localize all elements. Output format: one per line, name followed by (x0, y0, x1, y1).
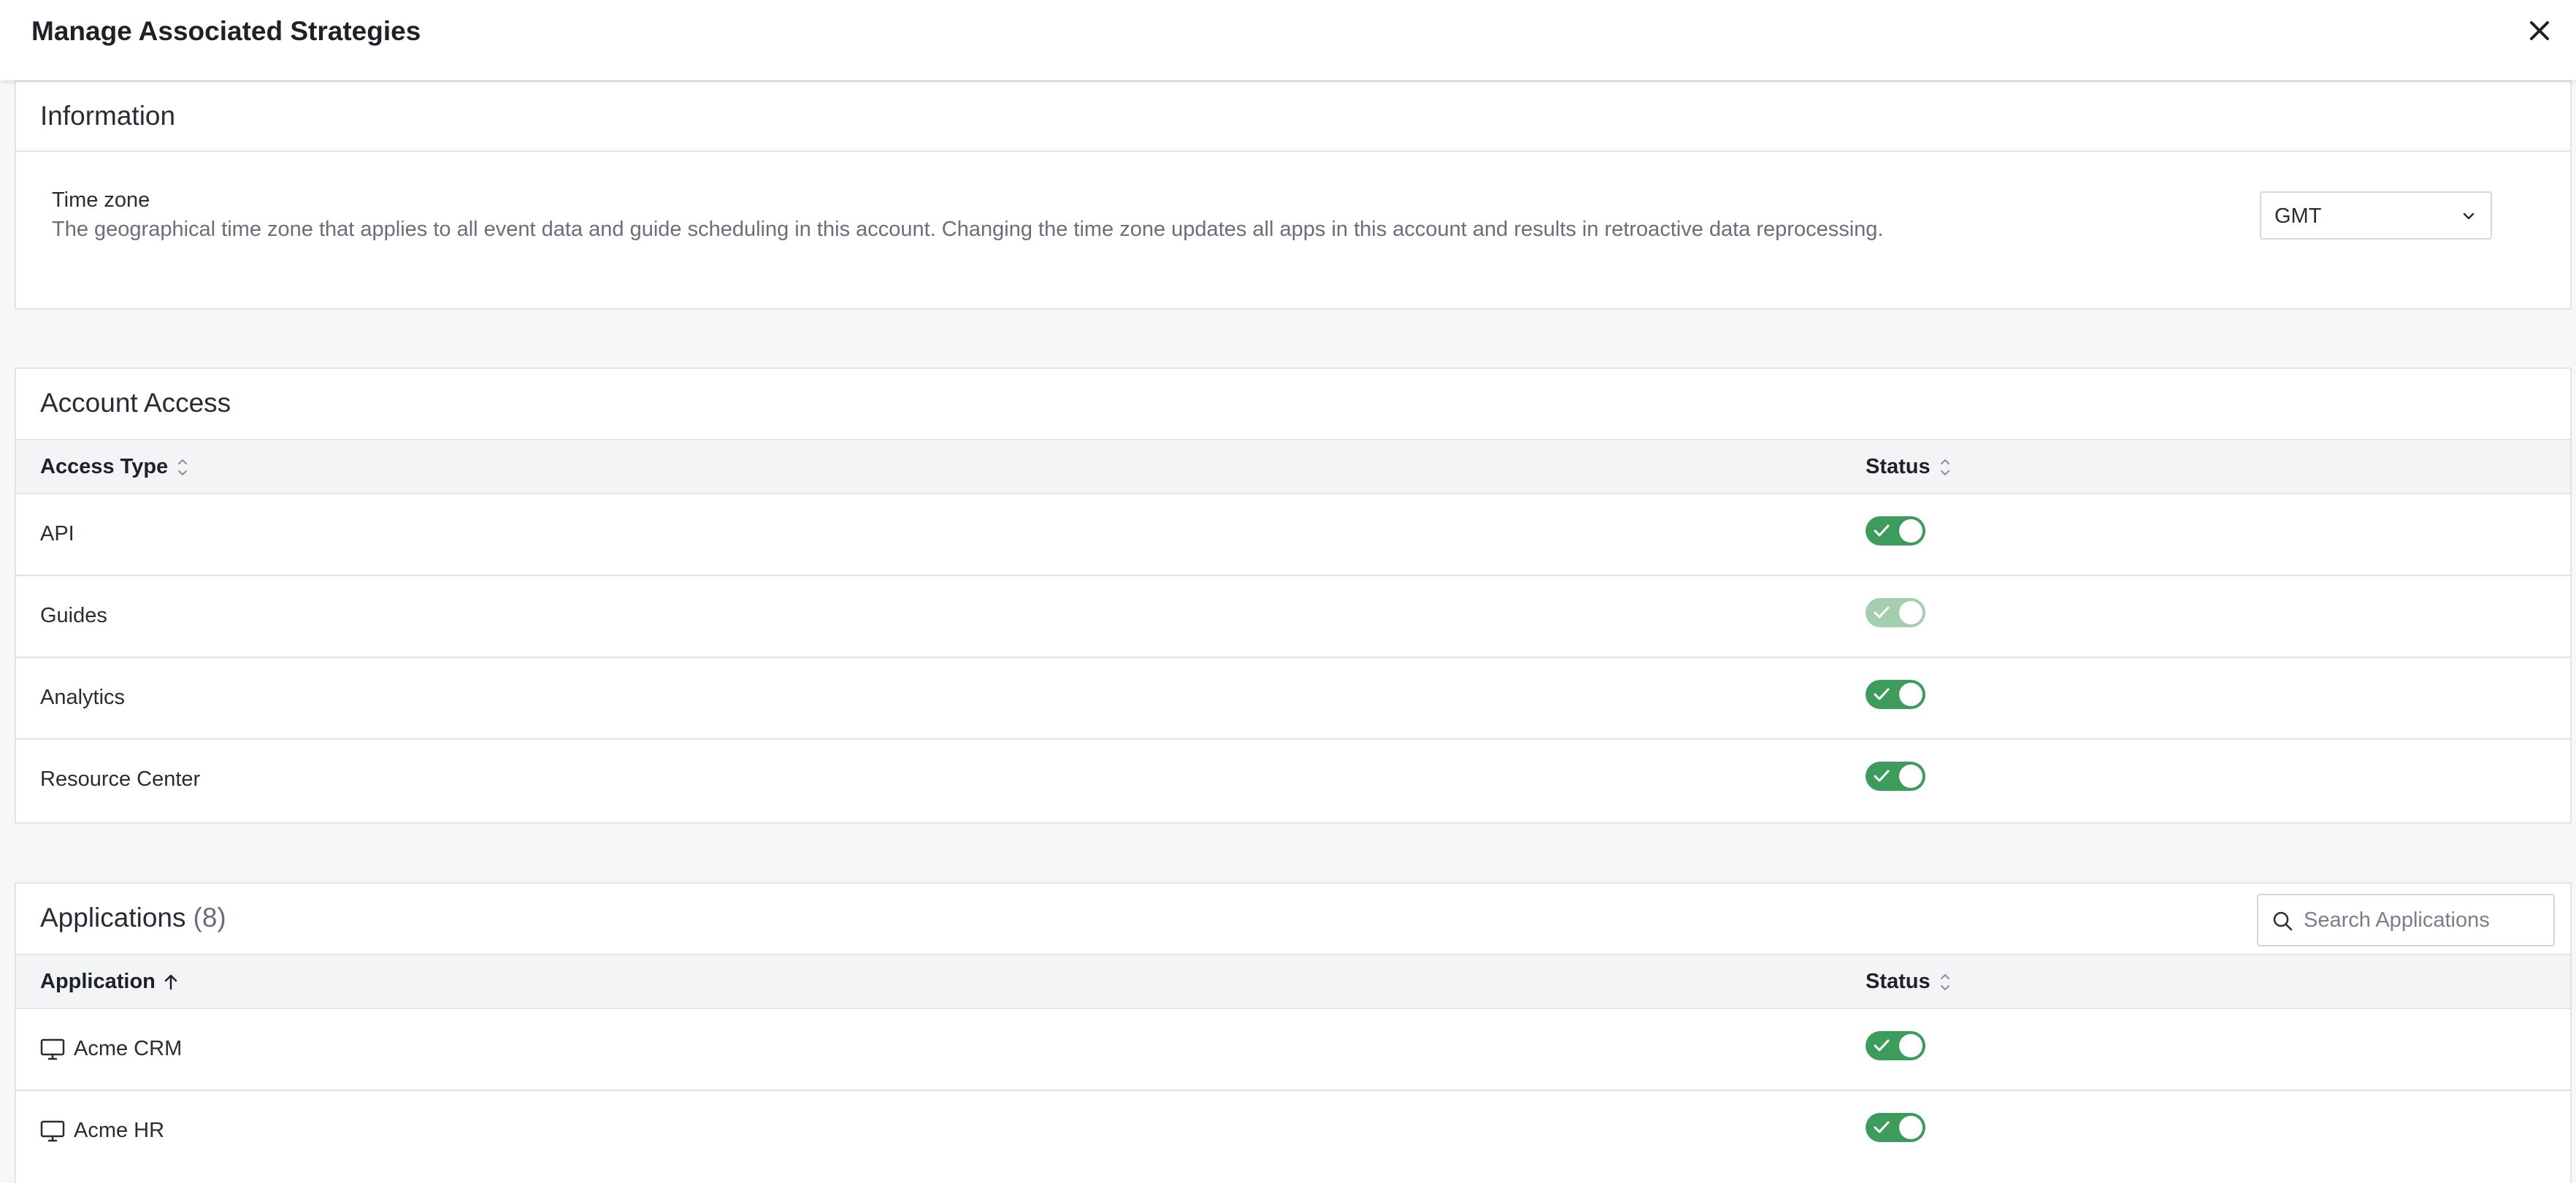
api-toggle[interactable] (1866, 516, 1925, 545)
access-type-name: Guides (40, 604, 107, 627)
table-row: Acme CRM (16, 1009, 2570, 1091)
dialog-title: Manage Associated Strategies (31, 16, 421, 46)
check-icon (1874, 606, 1890, 619)
timezone-label: Time zone (52, 188, 150, 212)
resource-center-toggle[interactable] (1866, 762, 1925, 791)
table-row: Guides (16, 576, 2570, 658)
column-access-type[interactable]: Access Type (40, 455, 190, 479)
search-input[interactable] (2304, 906, 2545, 935)
toggle-knob (1899, 1116, 1923, 1139)
table-header: Application Status (16, 954, 2570, 1009)
column-application[interactable]: Application (40, 970, 180, 994)
dialog-header: Manage Associated Strategies (0, 0, 2576, 80)
access-type-name: API (40, 522, 74, 545)
timezone-select[interactable]: GMT (2260, 191, 2492, 240)
check-icon (1874, 1039, 1890, 1052)
search-box[interactable] (2257, 894, 2555, 946)
application-label: Acme HR (74, 1119, 165, 1142)
application-name: Acme HR (40, 1119, 164, 1143)
desktop-icon (40, 1038, 65, 1060)
account-access-section: Account Access Access Type Status API Gu… (15, 367, 2572, 824)
table-header: Access Type Status (16, 439, 2570, 494)
column-status[interactable]: Status (1866, 970, 1952, 994)
arrow-up-icon (164, 974, 177, 989)
sort-icon (178, 459, 188, 475)
toggle-knob (1899, 765, 1923, 788)
column-label: Status (1866, 455, 1931, 478)
close-icon[interactable] (2525, 16, 2554, 45)
information-section: Information Time zone The geographical t… (15, 80, 2572, 310)
acme-crm-toggle[interactable] (1866, 1031, 1925, 1060)
column-label: Status (1866, 970, 1931, 993)
table-row: API (16, 494, 2570, 576)
applications-title: Applications (8) (40, 903, 226, 933)
column-label: Access Type (40, 455, 169, 478)
applications-section: Applications(8) Application Status (15, 882, 2572, 1183)
search-icon (2273, 911, 2293, 931)
account-access-title: Account Access (40, 388, 231, 418)
guides-toggle (1866, 598, 1925, 627)
check-icon (1874, 770, 1890, 782)
toggle-knob (1899, 601, 1923, 624)
access-type-name: Analytics (40, 686, 126, 709)
application-name: Acme CRM (40, 1037, 182, 1061)
sort-icon (1940, 973, 1950, 990)
check-icon (1874, 688, 1890, 700)
analytics-toggle[interactable] (1866, 680, 1925, 709)
timezone-value: GMT (2274, 204, 2322, 228)
applications-title-text: Applications (40, 903, 186, 933)
column-label: Application (40, 970, 156, 993)
divider (16, 150, 2570, 152)
information-title: Information (40, 101, 176, 131)
applications-count: (8) (193, 903, 226, 933)
column-status[interactable]: Status (1866, 455, 1952, 479)
table-row: Resource Center (16, 740, 2570, 822)
toggle-knob (1899, 519, 1923, 543)
timezone-description: The geographical time zone that applies … (52, 218, 1884, 241)
table-row: Acme HR (16, 1091, 2570, 1173)
acme-hr-toggle[interactable] (1866, 1113, 1925, 1142)
check-icon (1874, 524, 1890, 537)
sort-icon (1940, 459, 1950, 475)
desktop-icon (40, 1120, 65, 1141)
application-label: Acme CRM (74, 1037, 183, 1060)
toggle-knob (1899, 683, 1923, 706)
chevron-down-icon (2463, 213, 2475, 220)
check-icon (1874, 1121, 1890, 1133)
toggle-knob (1899, 1034, 1923, 1057)
table-row: Analytics (16, 658, 2570, 740)
access-type-name: Resource Center (40, 767, 201, 791)
